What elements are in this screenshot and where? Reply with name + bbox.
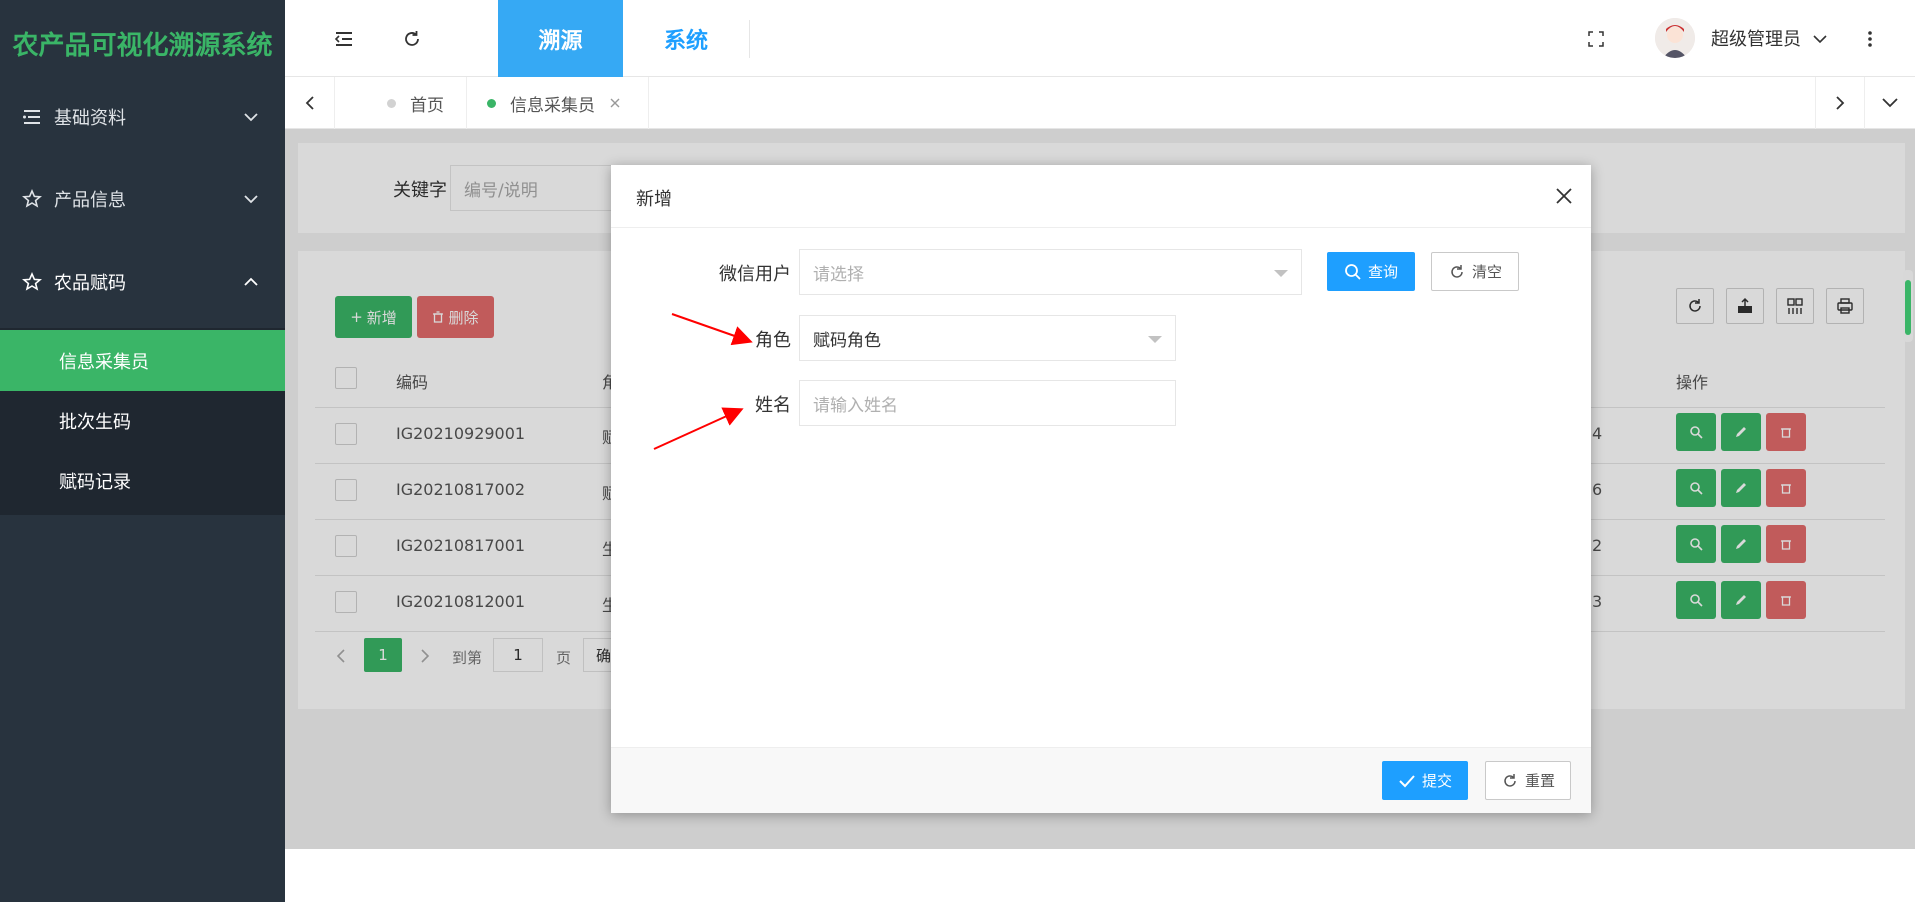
sidebar-item-label: 基础资料 xyxy=(54,108,126,129)
top-header: 溯源 系统 超级管理员 xyxy=(285,0,1915,77)
sidebar-item-label: 农品赋码 xyxy=(54,273,126,294)
name-label: 姓名 xyxy=(755,395,791,416)
query-button[interactable]: 查询 xyxy=(1327,252,1415,291)
page-tab-label: 首页 xyxy=(410,95,444,116)
sidebar: 农产品可视化溯源系统 基础资料 产品信息 农品赋码 信息采集员 批次生码 赋码记… xyxy=(0,0,285,902)
refresh-icon xyxy=(1504,773,1516,787)
add-modal: 新增 微信用户 请选择 查询 清空 角色 赋码角色 姓名 请输入姓名 提交 重置 xyxy=(611,165,1591,813)
refresh-icon[interactable] xyxy=(397,24,427,54)
page-tabs-bar: 首页 信息采集员 xyxy=(285,77,1915,129)
sidebar-subitem-records[interactable]: 赋码记录 xyxy=(0,450,285,511)
tab-traceability[interactable]: 溯源 xyxy=(498,0,623,77)
reset-button[interactable]: 重置 xyxy=(1485,761,1571,800)
tab-status-dot xyxy=(387,98,396,108)
chevron-left-icon xyxy=(305,96,314,110)
tabs-scroll-left[interactable] xyxy=(285,77,335,129)
app-logo-title: 农产品可视化溯源系统 xyxy=(12,31,273,61)
tab-status-dot xyxy=(487,98,496,108)
sidebar-subitem-batch[interactable]: 批次生码 xyxy=(0,390,285,451)
tabs-scroll-right[interactable] xyxy=(1815,77,1865,129)
sidebar-subitem-collector[interactable]: 信息采集员 xyxy=(0,330,285,391)
wechat-user-label: 微信用户 xyxy=(719,264,791,285)
chevron-right-icon xyxy=(1836,96,1845,110)
menu-collapse-icon[interactable] xyxy=(329,24,359,54)
modal-title: 新增 xyxy=(636,189,672,210)
name-input[interactable]: 请输入姓名 xyxy=(799,380,1176,426)
clear-button[interactable]: 清空 xyxy=(1431,252,1519,291)
select-caret-icon xyxy=(1148,336,1162,343)
list-icon xyxy=(22,107,42,127)
sidebar-item-label: 产品信息 xyxy=(54,190,126,211)
scrollbar[interactable] xyxy=(1903,270,1913,342)
tabs-dropdown[interactable] xyxy=(1865,77,1915,129)
sidebar-submenu: 信息采集员 批次生码 赋码记录 xyxy=(0,328,285,515)
role-select[interactable]: 赋码角色 xyxy=(799,315,1176,361)
close-icon[interactable] xyxy=(1553,185,1575,207)
chevron-down-icon xyxy=(1882,98,1898,108)
sidebar-item-product-info[interactable]: 产品信息 xyxy=(0,158,285,240)
page-tab-label: 信息采集员 xyxy=(510,95,595,116)
check-icon xyxy=(1399,774,1415,787)
wechat-user-select[interactable]: 请选择 xyxy=(799,249,1302,295)
header-divider xyxy=(749,20,750,58)
page-tab-collector[interactable]: 信息采集员 xyxy=(467,77,649,129)
chevron-down-icon xyxy=(243,191,259,207)
select-caret-icon xyxy=(1274,270,1288,277)
close-icon[interactable] xyxy=(609,97,621,109)
user-name[interactable]: 超级管理员 xyxy=(1711,25,1801,51)
fullscreen-icon[interactable] xyxy=(1581,24,1611,54)
sidebar-item-basic-data[interactable]: 基础资料 xyxy=(0,76,285,158)
chevron-down-icon[interactable] xyxy=(1805,24,1835,54)
sidebar-item-coding[interactable]: 农品赋码 xyxy=(0,241,285,323)
avatar[interactable] xyxy=(1655,18,1695,58)
page-tab-home[interactable]: 首页 xyxy=(335,77,467,129)
more-vertical-icon[interactable] xyxy=(1855,24,1885,54)
role-label: 角色 xyxy=(755,330,791,351)
search-icon xyxy=(1345,263,1361,280)
chevron-down-icon xyxy=(243,109,259,125)
refresh-icon xyxy=(1451,264,1463,278)
star-icon xyxy=(22,189,42,209)
modal-header: 新增 xyxy=(611,165,1591,228)
star-icon xyxy=(22,272,42,292)
modal-footer: 提交 重置 xyxy=(611,747,1591,813)
chevron-up-icon xyxy=(243,274,259,290)
scrollbar-thumb[interactable] xyxy=(1905,280,1911,335)
tab-system[interactable]: 系统 xyxy=(623,0,749,77)
submit-button[interactable]: 提交 xyxy=(1382,761,1468,800)
